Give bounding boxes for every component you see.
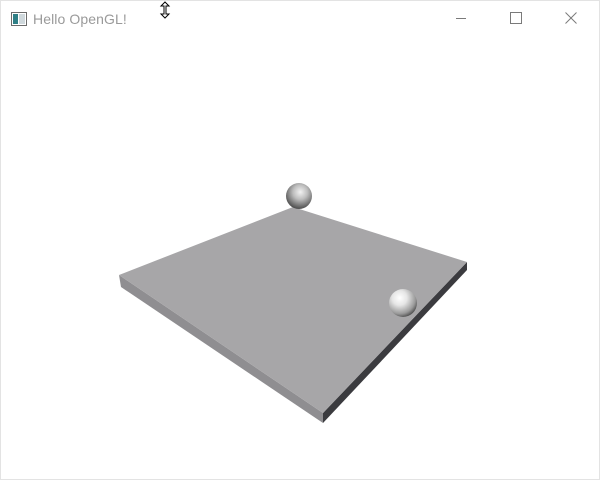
app-window-icon xyxy=(11,12,27,26)
opengl-viewport[interactable] xyxy=(1,37,599,479)
sphere-back xyxy=(286,183,312,209)
minimize-button[interactable] xyxy=(438,1,484,35)
app-window: Hello OpenGL! xyxy=(0,0,600,480)
maximize-icon xyxy=(510,12,522,24)
close-button[interactable] xyxy=(548,1,594,35)
maximize-button[interactable] xyxy=(493,1,539,35)
window-title: Hello OpenGL! xyxy=(33,11,127,27)
sphere-front xyxy=(389,289,417,317)
close-icon xyxy=(565,12,577,24)
vertical-resize-cursor xyxy=(159,1,171,19)
title-bar[interactable]: Hello OpenGL! xyxy=(1,1,599,37)
minimize-icon xyxy=(456,18,466,19)
opengl-scene xyxy=(119,183,467,423)
